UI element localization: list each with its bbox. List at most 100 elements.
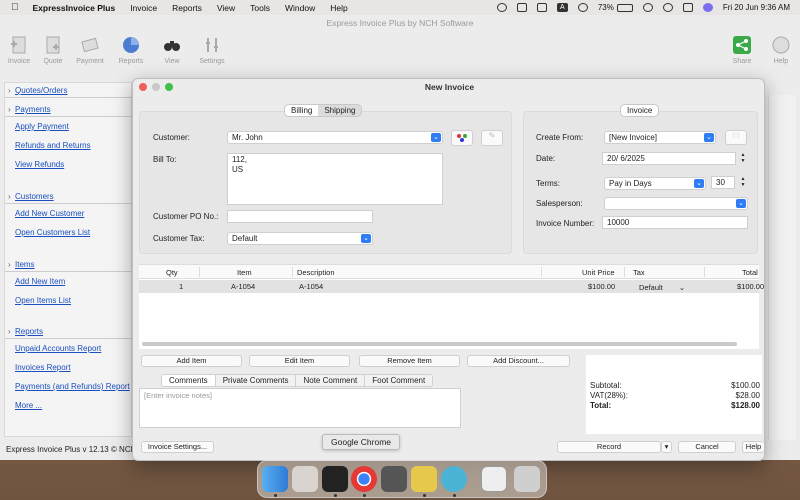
finder-icon[interactable]: [262, 466, 288, 492]
column-qty[interactable]: Qty: [166, 268, 178, 277]
column-unit-price[interactable]: Unit Price: [582, 268, 615, 277]
chrome-icon[interactable]: [351, 466, 377, 492]
sidebar-item-add-item[interactable]: Add New Item: [5, 272, 133, 291]
terms-select[interactable]: Pay in Days ⌄: [604, 177, 706, 190]
minimize-window-button[interactable]: [152, 83, 160, 91]
date-stepper[interactable]: ▲ ▼: [739, 152, 747, 165]
chevron-down-icon: ⌄: [694, 179, 704, 188]
total-row: Total: $128.00: [590, 401, 760, 410]
menu-tools[interactable]: Tools: [250, 3, 270, 13]
window-preview-icon[interactable]: [481, 466, 507, 492]
column-tax[interactable]: Tax: [633, 268, 645, 277]
customer-select[interactable]: Mr. John ⌄: [227, 131, 443, 144]
video-app-icon[interactable]: [381, 466, 407, 492]
sidebar-item-open-customers[interactable]: Open Customers List: [5, 223, 133, 242]
sidebar-head-quotes[interactable]: Quotes/Orders: [5, 85, 133, 98]
add-discount-button[interactable]: Add Discount...: [467, 355, 570, 367]
sidebar-item-more[interactable]: More ...: [5, 396, 133, 415]
toolbar-invoice-button[interactable]: Invoice: [2, 35, 36, 65]
column-description[interactable]: Description: [297, 268, 335, 277]
close-window-button[interactable]: [139, 83, 147, 91]
menu-view[interactable]: View: [217, 3, 235, 13]
record-status-icon[interactable]: [496, 3, 507, 12]
edit-item-button[interactable]: Edit Item: [249, 355, 350, 367]
tab-foot-comment[interactable]: Foot Comment: [365, 374, 434, 387]
focus-icon[interactable]: [577, 3, 588, 12]
tab-invoice[interactable]: Invoice: [621, 105, 659, 116]
sidebar-item-unpaid-accounts[interactable]: Unpaid Accounts Report: [5, 339, 133, 358]
sidebar-head-payments[interactable]: Payments: [5, 104, 133, 117]
menu-help[interactable]: Help: [330, 3, 347, 13]
invoice-number-input[interactable]: 10000: [602, 216, 748, 229]
zoom-window-button[interactable]: [165, 83, 173, 91]
sidebar-head-items[interactable]: Items: [5, 259, 133, 272]
clock[interactable]: Fri 20 Jun 9:36 AM: [723, 3, 790, 12]
toolbar-help-button[interactable]: Help: [764, 35, 798, 65]
terms-days-stepper[interactable]: ▲ ▼: [739, 176, 747, 189]
main-area-scrollbar[interactable]: [768, 95, 796, 440]
tab-note-comment[interactable]: Note Comment: [296, 374, 366, 387]
row-tax[interactable]: Default ⌄: [639, 283, 685, 292]
items-table-scrollbar[interactable]: [142, 342, 737, 346]
toolbar-payment-button[interactable]: Payment: [73, 35, 107, 65]
customer-list-button[interactable]: [451, 130, 473, 146]
po-input[interactable]: [227, 210, 373, 223]
tab-private-comments[interactable]: Private Comments: [215, 374, 297, 387]
tab-billing[interactable]: Billing: [285, 105, 319, 116]
terms-days-input[interactable]: 30: [711, 176, 735, 189]
create-from-select[interactable]: [New Invoice] ⌄: [604, 131, 716, 144]
terminal-icon[interactable]: [322, 466, 348, 492]
launchpad-icon[interactable]: [292, 466, 318, 492]
grid-status-icon[interactable]: [516, 3, 527, 12]
trash-icon[interactable]: [514, 466, 540, 492]
battery-status[interactable]: 73%: [598, 3, 633, 12]
toolbar-quote-button[interactable]: Quote: [36, 35, 70, 65]
column-item[interactable]: Item: [237, 268, 252, 277]
apple-icon[interactable]: : [11, 2, 19, 13]
siri-icon[interactable]: [702, 3, 713, 12]
column-total[interactable]: Total: [742, 268, 758, 277]
menu-reports[interactable]: Reports: [172, 3, 202, 13]
sidebar-head-reports[interactable]: Reports: [5, 326, 133, 339]
menu-invoice[interactable]: Invoice: [130, 3, 157, 13]
notes-app-icon[interactable]: [411, 466, 437, 492]
spotlight-icon[interactable]: [662, 3, 673, 12]
sidebar-item-invoices-report[interactable]: Invoices Report: [5, 358, 133, 377]
remove-item-button[interactable]: Remove Item: [359, 355, 460, 367]
sidebar-item-view-refunds[interactable]: View Refunds: [5, 155, 133, 174]
toolbar-reports-button[interactable]: Reports: [114, 35, 148, 65]
wifi-icon[interactable]: [642, 3, 653, 12]
bluetooth-icon[interactable]: [536, 3, 547, 12]
bill-to-textarea[interactable]: 112, US: [227, 153, 443, 205]
row-unit-price: $100.00: [588, 282, 616, 291]
invoice-notes-textarea[interactable]: [Enter invoice notes]: [139, 388, 461, 428]
edit-customer-button[interactable]: ✎: [481, 130, 503, 146]
toolbar-view-button[interactable]: View: [155, 35, 189, 65]
date-input[interactable]: 20/ 6/2025: [602, 152, 736, 165]
toolbar-settings-button[interactable]: Settings: [195, 35, 229, 65]
cancel-button[interactable]: Cancel: [678, 441, 736, 453]
sidebar-item-refunds-returns[interactable]: Refunds and Returns: [5, 136, 133, 155]
salesperson-select[interactable]: ⌄: [604, 197, 748, 210]
invoice-app-icon[interactable]: [441, 466, 467, 492]
menu-window[interactable]: Window: [285, 3, 315, 13]
help-button[interactable]: Help: [742, 441, 764, 453]
tab-shipping[interactable]: Shipping: [318, 105, 361, 116]
menu-app-name[interactable]: ExpressInvoice Plus: [33, 3, 116, 13]
toolbar-share-button[interactable]: Share: [725, 35, 759, 65]
tab-comments[interactable]: Comments: [161, 374, 216, 387]
sidebar-item-apply-payment[interactable]: Apply Payment: [5, 117, 133, 136]
record-options-dropdown[interactable]: ▾: [661, 441, 672, 453]
create-from-browse-button[interactable]: □: [725, 130, 747, 145]
sidebar-item-open-items[interactable]: Open Items List: [5, 291, 133, 310]
sidebar-item-payments-report[interactable]: Payments (and Refunds) Report: [5, 377, 133, 396]
sidebar-item-add-customer[interactable]: Add New Customer: [5, 204, 133, 223]
sidebar-head-customers[interactable]: Customers: [5, 191, 133, 204]
control-center-icon[interactable]: [682, 3, 693, 12]
customer-tax-select[interactable]: Default ⌄: [227, 232, 373, 245]
input-source-icon[interactable]: A: [556, 3, 568, 12]
table-row[interactable]: 1 A-1054 A-1054 $100.00 Default ⌄ $100.0…: [139, 280, 764, 293]
invoice-settings-button[interactable]: Invoice Settings...: [141, 441, 214, 453]
record-button[interactable]: Record: [557, 441, 661, 453]
add-item-button[interactable]: Add Item: [141, 355, 242, 367]
